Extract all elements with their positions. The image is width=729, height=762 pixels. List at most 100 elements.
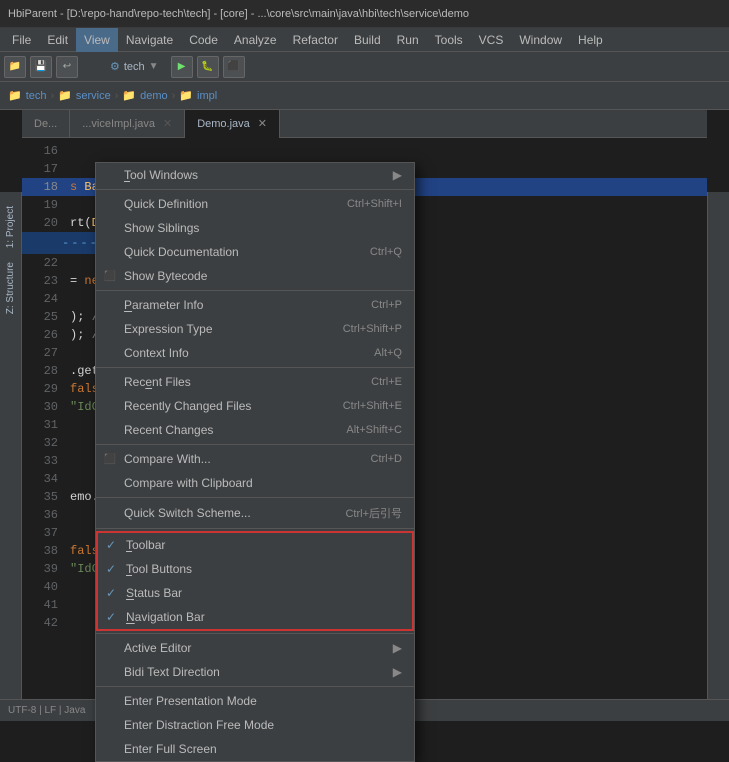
menu-item-tool-windows[interactable]: Tool Windows ▶ [96, 163, 414, 187]
menu-item-fullscreen[interactable]: Enter Full Screen [96, 737, 414, 761]
nav-service[interactable]: service [76, 90, 111, 102]
menu-item-status-bar[interactable]: ✓ Status Bar [98, 581, 412, 605]
menu-vcs[interactable]: VCS [471, 28, 512, 52]
code-line-16: 16 [22, 142, 707, 160]
toolbar-btn-3[interactable]: ↩ [56, 56, 78, 78]
menu-file[interactable]: File [4, 28, 39, 52]
bytecode-icon: ⬛ [102, 268, 118, 284]
menu-label: Quick Definition [124, 197, 208, 211]
menu-item-presentation[interactable]: Enter Presentation Mode [96, 689, 414, 713]
menu-label: Active Editor [124, 641, 191, 655]
menu-label: Bidi Text Direction [124, 665, 220, 679]
menu-item-bidi[interactable]: Bidi Text Direction ▶ [96, 660, 414, 684]
menu-shortcut: Ctrl+E [371, 376, 402, 388]
debug-btn[interactable]: 🐛 [197, 56, 219, 78]
menu-item-expr-type[interactable]: Expression Type Ctrl+Shift+P [96, 317, 414, 341]
menu-label: Recently Changed Files [124, 399, 251, 413]
sidebar-project[interactable]: 1: Project [3, 200, 18, 254]
menu-shortcut: Ctrl+Q [370, 246, 402, 258]
menu-item-active-editor[interactable]: Active Editor ▶ [96, 636, 414, 660]
toolbar: 📁 💾 ↩ ⚙ tech ▼ ▶ 🐛 ⬛ [0, 52, 729, 82]
menu-shortcut: Ctrl+后引号 [345, 505, 402, 521]
menu-run[interactable]: Run [389, 28, 427, 52]
right-sidebar [707, 192, 729, 699]
menu-item-toolbar[interactable]: ✓ Toolbar [98, 533, 412, 557]
menu-label: Compare With... [124, 452, 211, 466]
menu-refactor[interactable]: Refactor [285, 28, 346, 52]
nav-demo[interactable]: demo [140, 90, 168, 102]
menu-label-tool-windows: Tool Windows [124, 168, 198, 182]
menu-shortcut: Alt+Shift+C [346, 424, 402, 436]
menu-item-navigation-bar[interactable]: ✓ Navigation Bar [98, 605, 412, 629]
menu-item-tool-buttons[interactable]: ✓ Tool Buttons [98, 557, 412, 581]
menu-label: Compare with Clipboard [124, 476, 253, 490]
menu-build[interactable]: Build [346, 28, 389, 52]
menu-label: Recent Changes [124, 423, 213, 437]
menu-item-compare-clipboard[interactable]: Compare with Clipboard [96, 471, 414, 495]
menu-help[interactable]: Help [570, 28, 611, 52]
menu-shortcut: Ctrl+Shift+I [347, 198, 402, 210]
left-sidebar: 1: Project Z: Structure [0, 192, 22, 699]
compare-icon: ⬛ [102, 451, 118, 467]
menu-label: Show Bytecode [124, 269, 207, 283]
toolbar-btn-1[interactable]: 📁 [4, 56, 26, 78]
menu-label: Expression Type [124, 322, 213, 336]
menu-label: Navigation Bar [126, 610, 205, 624]
menu-shortcut: Ctrl+D [371, 453, 402, 465]
tab-de[interactable]: De... [22, 110, 70, 138]
menu-item-distraction-free[interactable]: Enter Distraction Free Mode [96, 713, 414, 737]
menu-code[interactable]: Code [181, 28, 226, 52]
submenu-arrow: ▶ [393, 168, 402, 182]
view-dropdown-menu: Tool Windows ▶ Quick Definition Ctrl+Shi… [95, 162, 415, 762]
tab-serviceimpl[interactable]: ...viceImpl.java ✕ [70, 110, 185, 138]
menu-navigate[interactable]: Navigate [118, 28, 181, 52]
menu-item-recently-changed[interactable]: Recently Changed Files Ctrl+Shift+E [96, 394, 414, 418]
menu-label: Parameter Info [124, 298, 203, 312]
menu-item-compare-with[interactable]: ⬛ Compare With... Ctrl+D [96, 447, 414, 471]
submenu-arrow-bidi: ▶ [393, 665, 402, 679]
stop-btn[interactable]: ⬛ [223, 56, 245, 78]
menu-item-quick-definition[interactable]: Quick Definition Ctrl+Shift+I [96, 192, 414, 216]
check-toolbar: ✓ [106, 538, 116, 552]
menu-edit[interactable]: Edit [39, 28, 76, 52]
tab-demojava[interactable]: Demo.java ✕ [185, 110, 280, 138]
menu-item-show-bytecode[interactable]: ⬛ Show Bytecode [96, 264, 414, 288]
sidebar-structure[interactable]: Z: Structure [3, 256, 18, 320]
menu-separator-3 [96, 367, 414, 368]
menu-label: Recent Files [124, 375, 191, 389]
menu-label: Context Info [124, 346, 189, 360]
nav-bar: 📁 tech › 📁 service › 📁 demo › 📁 impl [0, 82, 729, 110]
menu-item-recent-files[interactable]: Recent Files Ctrl+E [96, 370, 414, 394]
menu-tools[interactable]: Tools [427, 28, 471, 52]
menu-item-context-info[interactable]: Context Info Alt+Q [96, 341, 414, 365]
run-btn[interactable]: ▶ [171, 56, 193, 78]
menu-item-quick-doc[interactable]: Quick Documentation Ctrl+Q [96, 240, 414, 264]
menu-item-recent-changes[interactable]: Recent Changes Alt+Shift+C [96, 418, 414, 442]
title-bar: HbiParent - [D:\repo-hand\repo-tech\tech… [0, 0, 729, 28]
menu-shortcut: Alt+Q [374, 347, 402, 359]
menu-analyze[interactable]: Analyze [226, 28, 285, 52]
menu-separator-7 [96, 633, 414, 634]
menu-item-quick-switch[interactable]: Quick Switch Scheme... Ctrl+后引号 [96, 500, 414, 526]
nav-tech[interactable]: tech [26, 90, 47, 102]
menu-window[interactable]: Window [511, 28, 570, 52]
menu-separator-2 [96, 290, 414, 291]
nav-impl[interactable]: impl [197, 90, 217, 102]
menu-label: Toolbar [126, 538, 165, 552]
menu-label: Quick Documentation [124, 245, 239, 259]
editor-tabs: De... ...viceImpl.java ✕ Demo.java ✕ [22, 110, 707, 138]
menu-separator-1 [96, 189, 414, 190]
menu-bar: File Edit View Navigate Code Analyze Ref… [0, 28, 729, 52]
menu-label: Tool Buttons [126, 562, 192, 576]
status-text: UTF-8 | LF | Java [8, 705, 85, 716]
menu-label: Quick Switch Scheme... [124, 506, 251, 520]
menu-shortcut: Ctrl+Shift+E [343, 400, 402, 412]
submenu-arrow-editor: ▶ [393, 641, 402, 655]
menu-item-param-info[interactable]: Parameter Info Ctrl+P [96, 293, 414, 317]
menu-item-show-siblings[interactable]: Show Siblings [96, 216, 414, 240]
menu-view[interactable]: View [76, 28, 118, 52]
menu-label: Show Siblings [124, 221, 199, 235]
menu-label: Enter Full Screen [124, 742, 217, 756]
toolbar-btn-2[interactable]: 💾 [30, 56, 52, 78]
menu-shortcut: Ctrl+Shift+P [343, 323, 402, 335]
